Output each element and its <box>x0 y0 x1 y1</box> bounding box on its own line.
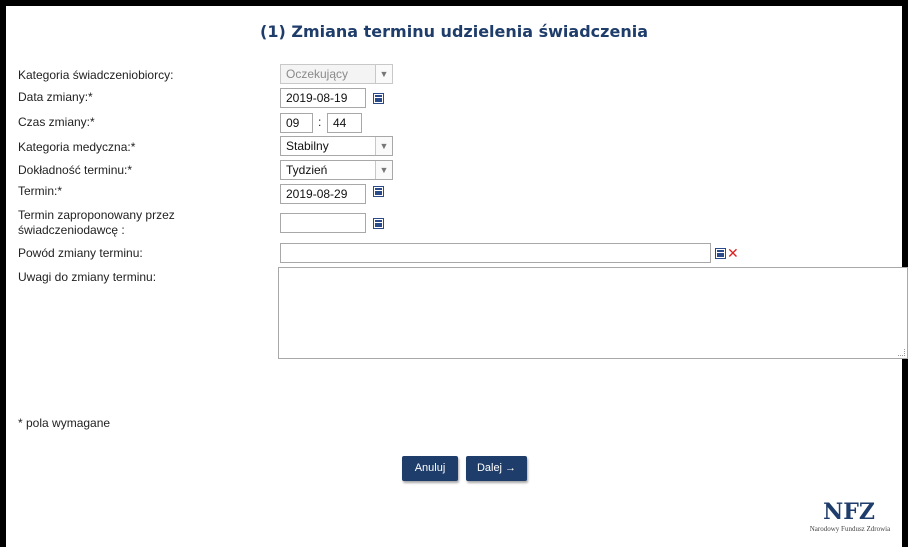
nfz-logo: NFZ <box>823 499 875 525</box>
time-separator: : <box>318 115 322 129</box>
termin-value: 2019-08-29 <box>286 187 348 201</box>
next-button[interactable]: Dalej → <box>466 456 527 481</box>
clear-icon[interactable]: ✕ <box>727 246 739 260</box>
uwagi-textarea[interactable] <box>278 267 908 359</box>
kategoria-medyczna-label: Kategoria medyczna:* <box>18 140 136 154</box>
data-zmiany-value: 2019-08-19 <box>286 91 348 105</box>
czas-minute-value: 44 <box>333 116 347 130</box>
termin-proponowany-label-line1: Termin zaproponowany przez <box>18 208 175 222</box>
uwagi-label: Uwagi do zmiany terminu: <box>18 270 157 284</box>
termin-label: Termin:* <box>18 184 63 198</box>
kategoria-medyczna-select[interactable]: Stabilny ▼ <box>280 136 393 156</box>
data-zmiany-label: Data zmiany:* <box>18 90 93 104</box>
kategoria-label: Kategoria świadczeniobiorcy: <box>18 68 174 82</box>
calendar-icon[interactable] <box>373 186 384 197</box>
czas-zmiany-label: Czas zmiany:* <box>18 115 95 129</box>
dokladnosc-value: Tydzień <box>286 163 328 177</box>
nfz-logo-subtitle: Narodowy Fundusz Zdrowia <box>809 525 891 533</box>
termin-input[interactable]: 2019-08-29 <box>280 184 366 204</box>
kategoria-medyczna-value: Stabilny <box>286 139 329 153</box>
kategoria-value: Oczekujący <box>286 67 349 81</box>
czas-minute-input[interactable]: 44 <box>327 113 362 133</box>
calendar-icon[interactable] <box>373 93 384 104</box>
chevron-down-icon: ▼ <box>375 137 392 155</box>
czas-hour-input[interactable]: 09 <box>280 113 313 133</box>
termin-proponowany-input[interactable] <box>280 213 366 233</box>
data-zmiany-input[interactable]: 2019-08-19 <box>280 88 366 108</box>
cancel-button[interactable]: Anuluj <box>402 456 458 481</box>
termin-proponowany-label-line2: świadczeniodawcę : <box>18 223 125 237</box>
required-note: * pola wymagane <box>18 416 111 430</box>
resize-handle[interactable] <box>898 349 905 356</box>
kategoria-select: Oczekujący ▼ <box>280 64 393 84</box>
calendar-icon[interactable] <box>373 218 384 229</box>
calendar-icon[interactable] <box>715 248 726 259</box>
czas-hour-value: 09 <box>286 116 300 130</box>
dokladnosc-label: Dokładność terminu:* <box>18 163 133 177</box>
chevron-down-icon: ▼ <box>375 161 392 179</box>
powod-input[interactable] <box>280 243 711 263</box>
chevron-down-icon: ▼ <box>375 65 392 83</box>
powod-label: Powód zmiany terminu: <box>18 246 143 260</box>
page-title: (1) Zmiana terminu udzielenia świadczeni… <box>260 22 648 41</box>
dokladnosc-select[interactable]: Tydzień ▼ <box>280 160 393 180</box>
